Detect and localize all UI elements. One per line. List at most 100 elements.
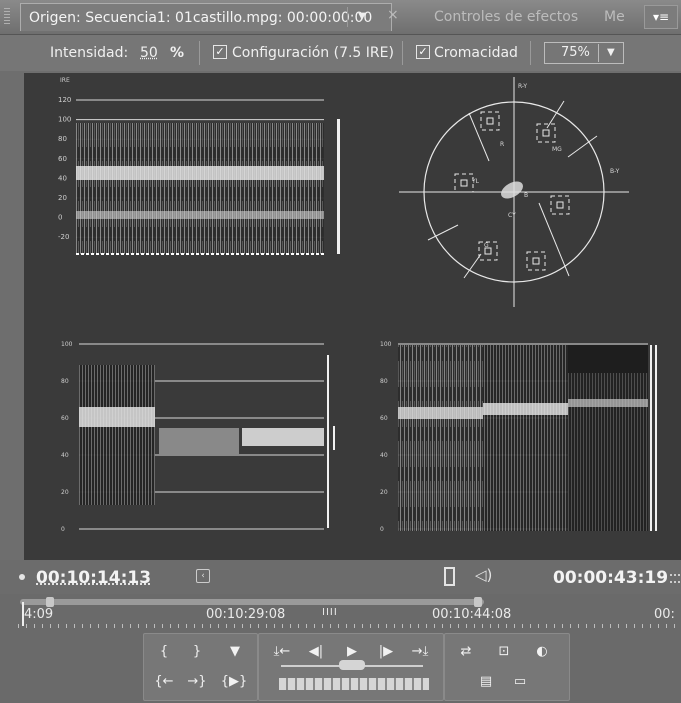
output-group: ⇄ ⊡ ◐ ▤ ▭ bbox=[444, 633, 570, 701]
graticule-tick-label: 60 bbox=[58, 155, 67, 163]
label-r-y: R-Y bbox=[518, 83, 527, 90]
graticule-tick-label: 0 bbox=[58, 214, 62, 222]
graticule-tick-label: 60 bbox=[61, 415, 69, 422]
ruler-label: 00:10:29:08 bbox=[206, 607, 286, 622]
intensity-value[interactable]: 50 bbox=[140, 45, 158, 61]
rgb-trace-red bbox=[398, 345, 483, 531]
jog-wheel[interactable] bbox=[279, 678, 429, 690]
zoom-value: 75% bbox=[561, 45, 590, 60]
rgb-parade-scope: 100 80 60 40 20 0 bbox=[380, 341, 657, 533]
chevron-down-icon: ▼ bbox=[598, 44, 615, 62]
vector-target-inner bbox=[532, 257, 540, 265]
scope-options-bar: Intensidad: 50 % ✓ Configuración (7.5 IR… bbox=[0, 35, 681, 71]
go-to-out-button[interactable]: →} bbox=[184, 672, 210, 692]
setup-checkbox[interactable]: ✓ bbox=[213, 45, 227, 59]
vector-target-inner bbox=[542, 129, 550, 137]
graticule-tick-label: 100 bbox=[58, 116, 71, 124]
time-ruler[interactable]: 4:09 00:10:29:08 IIII 00:10:44:08 00: bbox=[0, 594, 681, 630]
label-yl: YL bbox=[471, 178, 480, 185]
graticule-tick-label: 0 bbox=[380, 526, 384, 533]
tab-source-label: Origen: Secuencia1: 01castillo.mpg: 00:0… bbox=[29, 10, 373, 26]
rgb-level-bar bbox=[655, 345, 657, 531]
graticule-tick-label: 20 bbox=[61, 489, 69, 496]
check-icon: ✓ bbox=[418, 45, 428, 58]
scroll-handle-left[interactable] bbox=[46, 597, 54, 607]
vectorscope-trace bbox=[501, 181, 523, 199]
shuttle-slider[interactable] bbox=[339, 660, 365, 670]
scroll-handle-right[interactable] bbox=[474, 597, 482, 607]
label-b: B bbox=[524, 192, 528, 199]
zoom-select[interactable]: 75% ▼ bbox=[544, 42, 624, 64]
rgb-highlight bbox=[398, 407, 483, 419]
intensity-unit: % bbox=[170, 45, 185, 61]
graticule-tick-label: 20 bbox=[58, 194, 67, 202]
divider bbox=[402, 41, 403, 65]
safe-margins-button[interactable]: ⊡ bbox=[493, 642, 515, 662]
vector-target-box bbox=[526, 251, 546, 271]
vectorscope: R-Y B-Y R MG YL G CY B bbox=[399, 77, 629, 307]
scopes-display: IRE 120 100 80 60 40 20 0 -20 R-Y B-Y R … bbox=[24, 73, 681, 560]
tab-metadata[interactable]: Me bbox=[596, 3, 644, 31]
ruler-grip-icon[interactable]: IIII bbox=[322, 607, 338, 618]
waveform-highlight bbox=[76, 166, 324, 180]
close-tab-icon[interactable]: × bbox=[387, 7, 399, 23]
panel-menu-icon[interactable]: ▾≡ bbox=[644, 5, 678, 29]
chroma-checkbox[interactable]: ✓ bbox=[416, 45, 430, 59]
waveform-scope: IRE 120 100 80 60 40 20 0 -20 bbox=[58, 77, 340, 255]
parade-level-bar bbox=[333, 426, 335, 450]
rgb-highlight bbox=[483, 403, 568, 415]
transport-controls: { } ▼ {← →} {▶} ⤓← ◀| ▶ |▶ →⤓ ⇄ ⊡ ◐ ▤ ▭ bbox=[0, 630, 681, 703]
step-back-button[interactable]: ◀| bbox=[305, 642, 327, 662]
waveform-level-bar bbox=[337, 119, 340, 254]
panel-tab-bar: Origen: Secuencia1: 01castillo.mpg: 00:0… bbox=[0, 0, 681, 35]
tab-effects-label: Controles de efectos bbox=[434, 9, 579, 25]
waveform-highlight bbox=[76, 211, 324, 219]
tab-effect-controls[interactable]: Controles de efectos bbox=[406, 3, 592, 31]
play-in-to-out-button[interactable]: {▶} bbox=[218, 672, 250, 692]
ycbcr-parade-scope: 100 80 60 40 20 0 bbox=[61, 341, 335, 533]
label-r: R bbox=[500, 141, 504, 148]
mark-out-button[interactable]: } bbox=[186, 642, 208, 662]
zoom-scrollbar[interactable] bbox=[20, 599, 484, 605]
graticule-tick-label: 40 bbox=[380, 452, 388, 459]
setup-label: Configuración (7.5 IRE) bbox=[232, 45, 394, 61]
marker-group: { } ▼ {← →} {▶} bbox=[143, 633, 258, 701]
playback-group: ⤓← ◀| ▶ |▶ →⤓ bbox=[258, 633, 444, 701]
zoom-fit-icon[interactable]: ‹ bbox=[196, 569, 210, 583]
play-button[interactable]: ▶ bbox=[341, 642, 363, 662]
check-icon: ✓ bbox=[215, 45, 225, 58]
current-timecode[interactable]: 00:10:14:13 bbox=[36, 568, 151, 588]
playhead-dot-icon bbox=[19, 574, 25, 580]
go-to-in-button[interactable]: {← bbox=[151, 672, 177, 692]
duration-timecode: 00:00:43:19 bbox=[553, 568, 669, 588]
ruler-label: 00:10:44:08 bbox=[432, 607, 512, 622]
label-mg: MG bbox=[552, 146, 562, 153]
insert-button[interactable]: ⤓← bbox=[267, 642, 297, 662]
graticule-tick-label: -20 bbox=[58, 233, 69, 241]
speaker-icon[interactable]: ◁) bbox=[475, 566, 492, 584]
film-strip-icon[interactable] bbox=[444, 567, 455, 586]
graticule-tick-label: 0 bbox=[61, 526, 65, 533]
source-dropdown-icon[interactable]: ▼ bbox=[347, 7, 376, 27]
loop-button[interactable]: ⇄ bbox=[455, 642, 477, 662]
mark-in-button[interactable]: { bbox=[153, 642, 175, 662]
resize-grip-icon[interactable] bbox=[670, 574, 680, 583]
waveform-trace bbox=[76, 123, 324, 254]
divider bbox=[530, 41, 531, 65]
vector-target-box bbox=[454, 173, 474, 193]
tab-source-monitor[interactable]: Origen: Secuencia1: 01castillo.mpg: 00:0… bbox=[20, 3, 392, 31]
intensity-label: Intensidad: bbox=[50, 45, 129, 61]
overlay-button[interactable]: →⤓ bbox=[405, 642, 435, 662]
vector-target-inner bbox=[556, 201, 564, 209]
parade-trace-cr bbox=[242, 428, 324, 446]
output-button[interactable]: ◐ bbox=[531, 642, 553, 662]
set-marker-button[interactable]: ▼ bbox=[224, 642, 246, 662]
graticule-tick-label: 40 bbox=[58, 174, 67, 182]
graticule-tick-label: 80 bbox=[380, 378, 388, 385]
vector-target-inner bbox=[486, 117, 494, 125]
step-forward-button[interactable]: |▶ bbox=[375, 642, 397, 662]
export-frame-button[interactable]: ▤ bbox=[475, 672, 497, 692]
trim-button[interactable]: ▭ bbox=[509, 672, 531, 692]
panel-gripper-icon[interactable] bbox=[4, 8, 10, 26]
ruler-label: 00: bbox=[654, 607, 675, 622]
